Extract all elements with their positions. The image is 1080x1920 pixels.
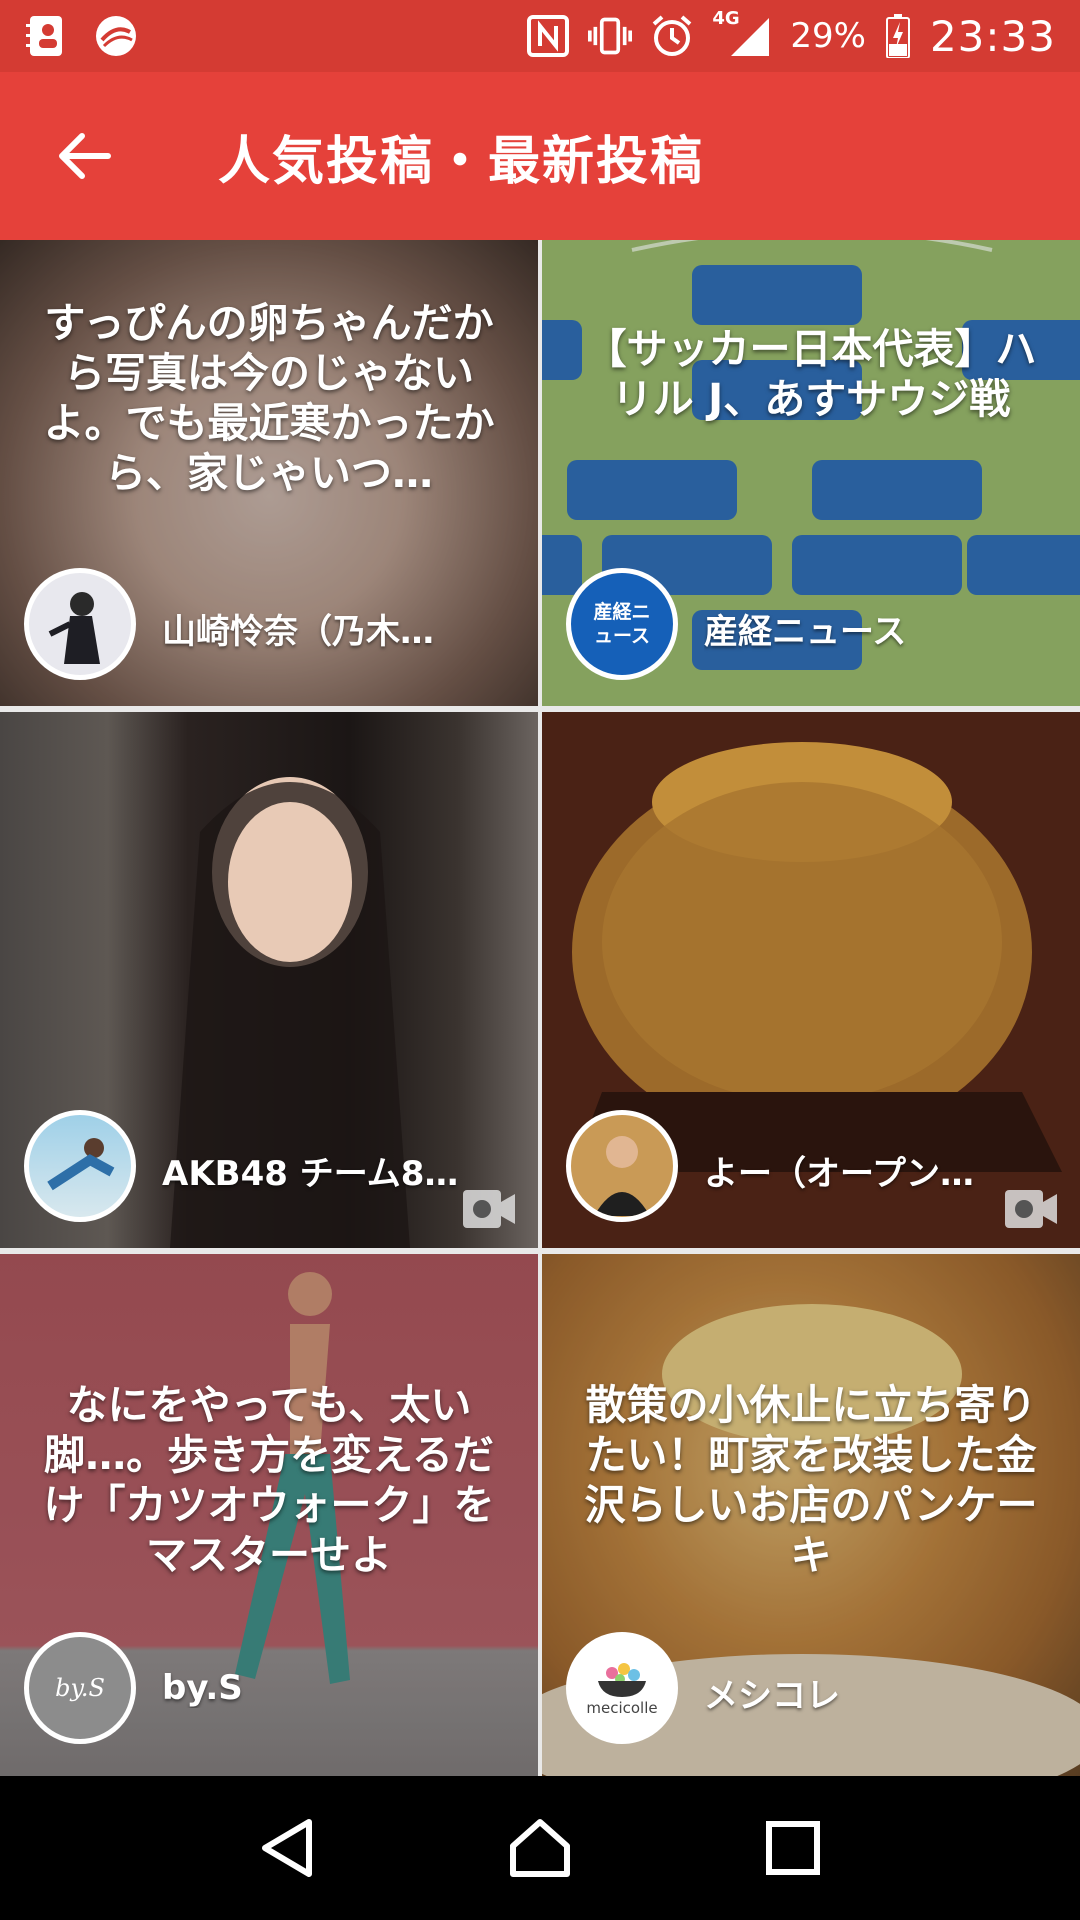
battery-icon — [884, 14, 912, 58]
nfc-icon — [526, 14, 570, 58]
author-name: 産経ニュース — [704, 612, 907, 652]
avatar: mecicolle — [566, 1632, 678, 1744]
post-caption: 【サッカー日本代表】ハリル J、あすサウジ戦 — [585, 325, 1037, 423]
avatar: 産経ニュース — [566, 568, 678, 680]
post-grid: すっぴんの卵ちゃんだから写真は今のじゃないよ。でも最近寒かったから、家じゃいつ…… — [0, 240, 1080, 1776]
avatar: by.S — [24, 1632, 136, 1744]
page-title: 人気投稿・最新投稿 — [218, 131, 705, 192]
avatar-label: mecicolle — [586, 1699, 658, 1717]
author-name: AKB48 チーム8 … — [162, 1154, 468, 1194]
avatar-label: by.S — [55, 1674, 105, 1702]
nav-back-button[interactable] — [237, 1798, 337, 1898]
triangle-back-icon — [261, 1819, 312, 1877]
home-icon — [509, 1819, 570, 1877]
clock: 23:33 — [929, 11, 1056, 61]
battery-percent: 29% — [790, 16, 866, 56]
avatar — [24, 1110, 136, 1222]
system-nav-bar — [0, 1776, 1080, 1920]
post-tile[interactable]: なにをやっても、太い脚…。歩き方を変えるだけ「カツオウォーク」をマスターせよ b… — [0, 1254, 538, 1776]
status-left-icons — [24, 14, 138, 58]
avatar — [24, 568, 136, 680]
status-right-icons: 4G 29% 23:33 — [526, 8, 1056, 61]
video-camera-icon — [1005, 1190, 1057, 1228]
nav-recents-button[interactable] — [743, 1798, 843, 1898]
post-caption: なにをやっても、太い脚…。歩き方を変えるだけ「カツオウォーク」をマスターせよ — [43, 1381, 495, 1579]
app-bar: 人気投稿・最新投稿 — [0, 72, 1080, 240]
nav-home-button[interactable] — [490, 1798, 590, 1898]
post-tile[interactable]: すっぴんの卵ちゃんだから写真は今のじゃないよ。でも最近寒かったから、家じゃいつ…… — [0, 240, 538, 706]
post-caption: 散策の小休止に立ち寄りたい！町家を改装した金沢らしいお店のパンケーキ — [584, 1381, 1038, 1579]
alarm-icon — [650, 14, 694, 58]
browser-security-icon — [94, 14, 138, 58]
author-name: 山崎怜奈（乃木… — [162, 612, 434, 652]
arrow-left-icon — [59, 133, 111, 179]
network-type: 4G — [712, 8, 740, 29]
author-name: by.S — [162, 1668, 243, 1708]
post-caption: すっぴんの卵ちゃんだから写真は今のじゃないよ。でも最近寒かったから、家じゃいつ… — [43, 299, 495, 497]
post-tile[interactable]: 散策の小休止に立ち寄りたい！町家を改装した金沢らしいお店のパンケーキ mecic… — [542, 1254, 1080, 1776]
status-bar: 4G 29% 23:33 — [0, 0, 1080, 72]
contacts-icon — [24, 14, 68, 58]
video-camera-icon — [463, 1190, 515, 1228]
square-recents-icon — [766, 1821, 821, 1875]
author-name: よー（オープン… — [704, 1154, 974, 1194]
back-button[interactable] — [24, 96, 144, 216]
avatar-label: 産経ニュース — [593, 601, 651, 647]
post-tile[interactable]: AKB48 チーム8 … — [0, 712, 538, 1248]
avatar — [566, 1110, 678, 1222]
vibrate-icon — [588, 14, 633, 58]
signal-icon: 4G — [712, 8, 772, 58]
post-tile[interactable]: よー（オープン… — [542, 712, 1080, 1248]
post-tile[interactable]: 【サッカー日本代表】ハリル J、あすサウジ戦 産経ニュース 産経ニュース — [542, 240, 1080, 706]
author-name: メシコレ — [704, 1676, 840, 1716]
